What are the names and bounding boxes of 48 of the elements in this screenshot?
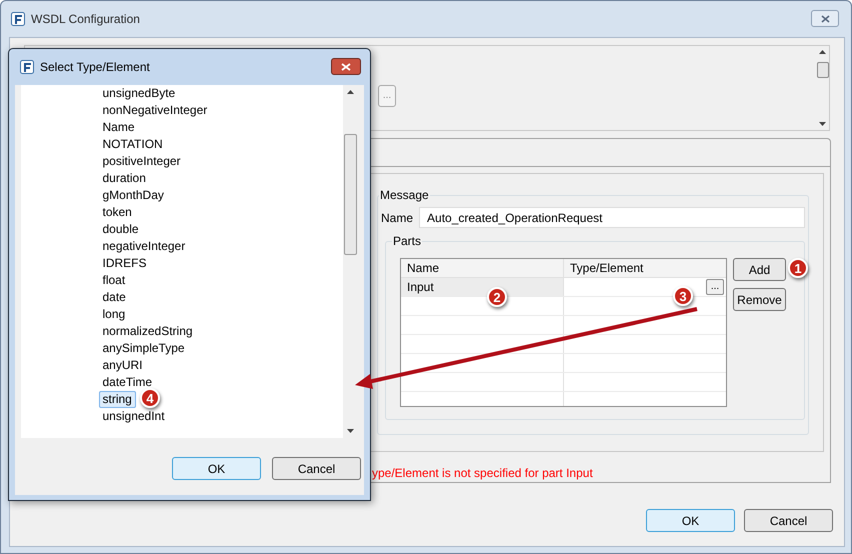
- error-message: ype/Element is not specified for part Input: [372, 465, 593, 482]
- list-item[interactable]: anySimpleType: [98, 340, 189, 357]
- column-header[interactable]: Name: [401, 259, 564, 277]
- field-label: Name: [381, 210, 414, 226]
- cancel-button[interactable]: Cancel: [272, 457, 361, 480]
- scroll-up-icon[interactable]: [819, 50, 826, 54]
- scroll-up-icon[interactable]: [347, 90, 354, 94]
- close-icon: [341, 62, 351, 70]
- group-label: Parts: [392, 233, 422, 250]
- app-logo-icon: [20, 60, 34, 74]
- list-item[interactable]: NOTATION: [98, 136, 167, 153]
- ok-button[interactable]: OK: [646, 509, 735, 532]
- list-item[interactable]: token: [98, 204, 136, 221]
- list-item[interactable]: date: [98, 289, 130, 306]
- list-item[interactable]: float: [98, 272, 130, 289]
- app-logo-icon: [11, 12, 25, 26]
- ok-button[interactable]: OK: [172, 457, 261, 480]
- cancel-button[interactable]: Cancel: [744, 509, 833, 532]
- list-item[interactable]: nonNegativeInteger: [98, 102, 212, 119]
- list-item[interactable]: unsignedInt: [98, 408, 169, 425]
- action-button[interactable]: Add: [733, 258, 786, 281]
- list-item[interactable]: double: [98, 221, 143, 238]
- scroll-down-icon[interactable]: [347, 429, 354, 433]
- scrollbar-thumb[interactable]: [344, 134, 357, 255]
- list-item[interactable]: string: [98, 391, 136, 408]
- scroll-down-icon[interactable]: [819, 122, 826, 126]
- list-item[interactable]: dateTime: [98, 374, 156, 391]
- list-item[interactable]: positiveInteger: [98, 153, 185, 170]
- list-item[interactable]: long: [98, 306, 130, 323]
- close-button[interactable]: [331, 58, 361, 75]
- column-header[interactable]: Type/Element: [564, 259, 726, 277]
- window-title: WSDL Configuration: [31, 11, 140, 28]
- list-item[interactable]: unsignedByte: [98, 85, 180, 102]
- list-item[interactable]: normalizedString: [98, 323, 197, 340]
- list-item[interactable]: gMonthDay: [98, 187, 168, 204]
- scrollbar-thumb[interactable]: [816, 62, 828, 78]
- name-field[interactable]: Auto_created_OperationRequest: [419, 207, 806, 228]
- dialog-title: Select Type/Element: [40, 59, 150, 76]
- list-item[interactable]: IDREFS: [98, 255, 151, 272]
- list-item[interactable]: duration: [98, 170, 150, 187]
- list-item[interactable]: negativeInteger: [98, 238, 190, 255]
- group-label: Message: [379, 187, 430, 204]
- list-item[interactable]: Name: [98, 119, 139, 136]
- list-item[interactable]: anyURI: [98, 357, 147, 374]
- close-icon: [820, 14, 830, 22]
- close-button[interactable]: [811, 10, 839, 27]
- browse-button[interactable]: ...: [706, 279, 724, 295]
- action-button[interactable]: Remove: [733, 288, 786, 311]
